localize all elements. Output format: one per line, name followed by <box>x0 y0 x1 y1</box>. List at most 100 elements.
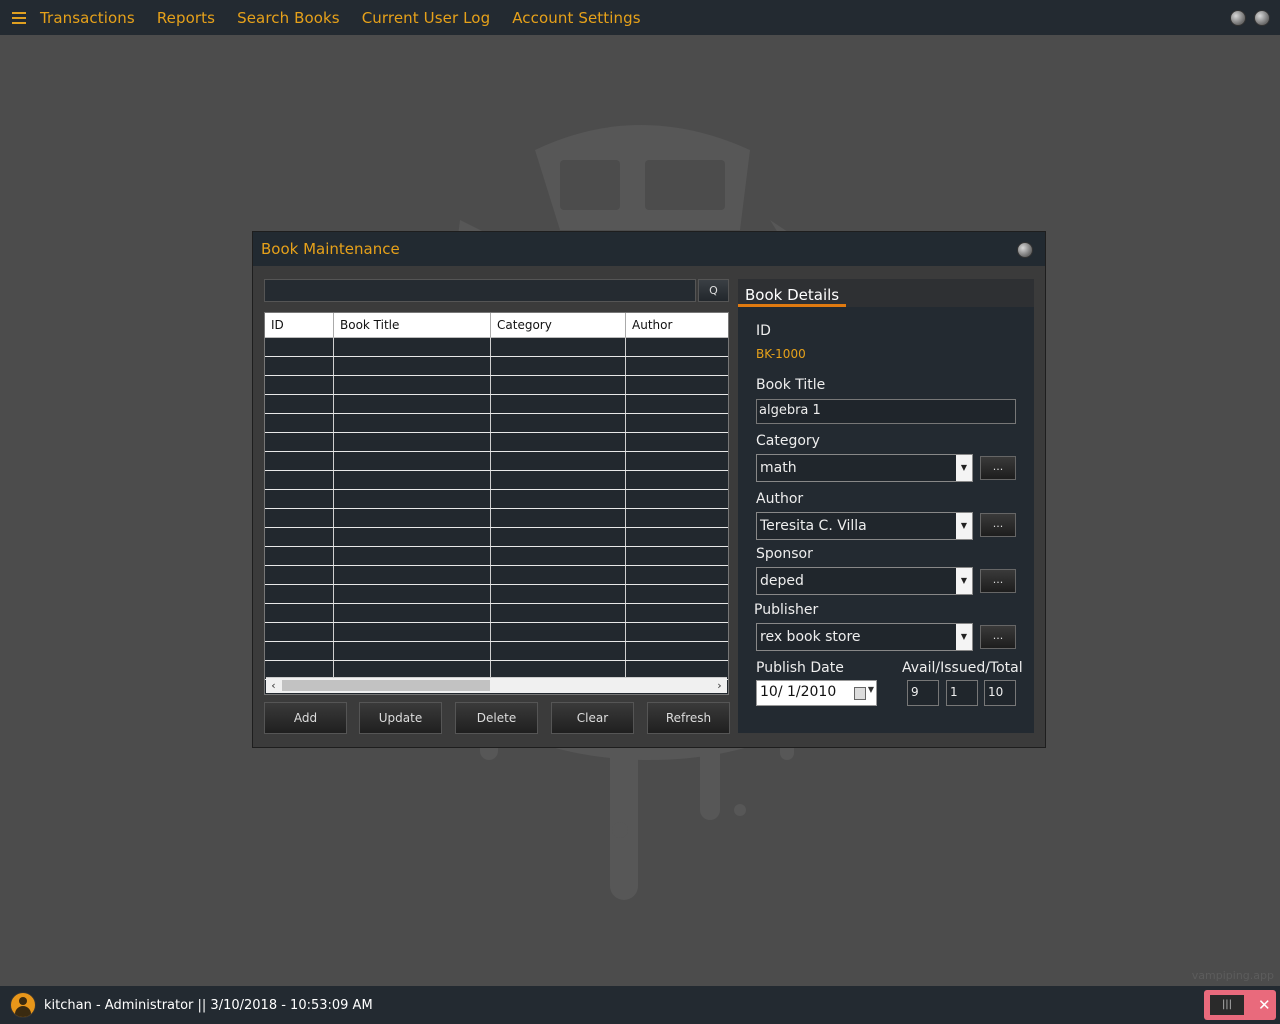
sponsor-more-button[interactable]: ... <box>980 569 1016 593</box>
table-row[interactable] <box>265 528 728 547</box>
publisher-value: rex book store <box>760 629 861 645</box>
taskbar-toggle[interactable]: ||| <box>1210 995 1244 1015</box>
counts-label: Avail/Issued/Total <box>902 660 1023 676</box>
category-more-button[interactable]: ... <box>980 456 1016 480</box>
id-label: ID <box>756 323 771 339</box>
publisher-more-button[interactable]: ... <box>980 625 1016 649</box>
table-cell <box>491 604 626 622</box>
table-row[interactable] <box>265 604 728 623</box>
table-cell <box>626 604 728 622</box>
book-title-field[interactable]: algebra 1 <box>756 399 1016 424</box>
table-cell <box>491 471 626 489</box>
table-cell <box>334 623 491 641</box>
table-row[interactable] <box>265 509 728 528</box>
table-row[interactable] <box>265 395 728 414</box>
refresh-button[interactable]: Refresh <box>647 702 730 734</box>
table-cell <box>265 604 334 622</box>
scroll-right-icon[interactable]: › <box>712 678 727 693</box>
table-cell <box>491 528 626 546</box>
clear-button[interactable]: Clear <box>551 702 634 734</box>
category-select[interactable]: math ▼ <box>756 454 973 482</box>
table-cell <box>265 376 334 394</box>
menu-current-user-log[interactable]: Current User Log <box>362 9 490 27</box>
column-header-id[interactable]: ID <box>265 313 334 337</box>
table-row[interactable] <box>265 433 728 452</box>
tab-book-details[interactable]: Book Details <box>738 279 847 307</box>
horizontal-scrollbar[interactable]: ‹ › <box>266 677 727 693</box>
update-button[interactable]: Update <box>359 702 442 734</box>
chevron-down-icon[interactable]: ▼ <box>956 568 972 594</box>
table-cell <box>334 604 491 622</box>
search-button[interactable]: Q <box>698 279 729 302</box>
search-input[interactable] <box>264 279 696 302</box>
author-select[interactable]: Teresita C. Villa ▼ <box>756 512 973 540</box>
chevron-down-icon[interactable]: ▼ <box>868 685 874 694</box>
table-row[interactable] <box>265 452 728 471</box>
minimize-icon[interactable] <box>1230 10 1246 26</box>
table-cell <box>265 623 334 641</box>
table-cell <box>265 338 334 356</box>
dialog-close-icon[interactable] <box>1017 242 1033 258</box>
chevron-down-icon[interactable]: ▼ <box>956 513 972 539</box>
table-cell <box>626 490 728 508</box>
table-row[interactable] <box>265 490 728 509</box>
table-cell <box>334 509 491 527</box>
column-header-book-title[interactable]: Book Title <box>334 313 491 337</box>
table-cell <box>265 433 334 451</box>
menu-search-books[interactable]: Search Books <box>237 9 340 27</box>
hamburger-icon[interactable] <box>12 11 26 24</box>
table-cell <box>265 452 334 470</box>
table-row[interactable] <box>265 547 728 566</box>
author-more-button[interactable]: ... <box>980 513 1016 537</box>
avail-field[interactable]: 9 <box>907 680 939 706</box>
table-cell <box>334 357 491 375</box>
table-row[interactable] <box>265 376 728 395</box>
publisher-select[interactable]: rex book store ▼ <box>756 623 973 651</box>
table-cell <box>491 338 626 356</box>
table-cell <box>491 452 626 470</box>
add-button[interactable]: Add <box>264 702 347 734</box>
publish-date-value: 10/ 1/2010 <box>760 684 837 700</box>
book-details-panel: Book Details ID BK-1000 Book Title algeb… <box>738 279 1034 733</box>
action-buttons: Add Update Delete Clear Refresh <box>264 702 730 734</box>
publisher-label: Publisher <box>754 602 819 618</box>
table-cell <box>334 490 491 508</box>
menu-reports[interactable]: Reports <box>157 9 215 27</box>
table-cell <box>491 376 626 394</box>
table-cell <box>265 509 334 527</box>
issued-field[interactable]: 1 <box>946 680 978 706</box>
publish-date-picker[interactable]: 10/ 1/2010 ▼ <box>756 680 877 706</box>
delete-button[interactable]: Delete <box>455 702 538 734</box>
table-cell <box>626 433 728 451</box>
close-app-icon[interactable] <box>1254 10 1270 26</box>
id-value: BK-1000 <box>756 347 806 361</box>
scroll-thumb[interactable] <box>282 680 490 691</box>
table-row[interactable] <box>265 585 728 604</box>
sponsor-label: Sponsor <box>756 546 813 562</box>
column-header-author[interactable]: Author <box>626 313 728 337</box>
table-cell <box>334 338 491 356</box>
table-cell <box>491 414 626 432</box>
table-row[interactable] <box>265 566 728 585</box>
table-row[interactable] <box>265 338 728 357</box>
menu-transactions[interactable]: Transactions <box>40 9 135 27</box>
close-icon[interactable]: ✕ <box>1258 996 1271 1014</box>
scroll-left-icon[interactable]: ‹ <box>266 678 281 693</box>
chevron-down-icon[interactable]: ▼ <box>956 455 972 481</box>
table-row[interactable] <box>265 623 728 642</box>
table-row[interactable] <box>265 642 728 661</box>
column-header-category[interactable]: Category <box>491 313 626 337</box>
chevron-down-icon[interactable]: ▼ <box>956 624 972 650</box>
table-row[interactable] <box>265 414 728 433</box>
books-grid[interactable]: ID Book Title Category Author ‹ › <box>264 312 729 695</box>
table-cell <box>491 490 626 508</box>
calendar-icon[interactable] <box>854 687 866 700</box>
menu-account-settings[interactable]: Account Settings <box>512 9 640 27</box>
table-cell <box>265 642 334 660</box>
sponsor-select[interactable]: deped ▼ <box>756 567 973 595</box>
table-cell <box>491 547 626 565</box>
dialog-title: Book Maintenance <box>261 240 400 258</box>
table-row[interactable] <box>265 357 728 376</box>
table-row[interactable] <box>265 471 728 490</box>
total-field[interactable]: 10 <box>984 680 1016 706</box>
